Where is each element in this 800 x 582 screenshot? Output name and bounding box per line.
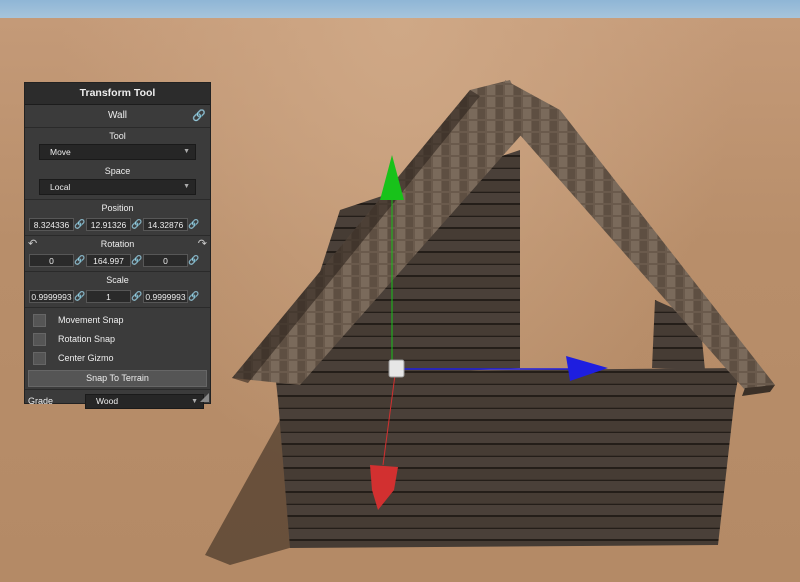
- gizmo-center-handle: [388, 359, 405, 378]
- grade-row: Grade Wood ▼: [25, 392, 210, 410]
- link-icon[interactable]: 🔗: [131, 219, 143, 230]
- link-icon[interactable]: 🔗: [74, 291, 86, 302]
- chevron-down-icon: ▼: [183, 183, 190, 190]
- chevron-down-icon: ▼: [191, 397, 198, 405]
- snap-to-terrain-button[interactable]: Snap To Terrain: [28, 370, 207, 387]
- movement-snap-checkbox[interactable]: [33, 314, 46, 327]
- rotation-y-input[interactable]: 164.997: [86, 253, 131, 267]
- position-y-input[interactable]: 12.91326: [86, 217, 131, 231]
- grade-dropdown[interactable]: Wood ▼: [85, 393, 204, 409]
- tool-value: Move: [50, 147, 71, 157]
- link-icon[interactable]: 🔗: [192, 105, 206, 127]
- link-icon[interactable]: 🔗: [74, 255, 86, 266]
- front-wall: [275, 368, 740, 548]
- grade-label: Grade: [28, 396, 54, 406]
- position-fields: 8.324336 🔗 12.91326 🔗 14.32876 🔗: [25, 216, 210, 232]
- movement-snap-label: Movement Snap: [58, 315, 124, 325]
- game-viewport[interactable]: Transform Tool Wall 🔗 Tool Move ▼ Space …: [0, 0, 800, 582]
- link-icon[interactable]: 🔗: [188, 219, 200, 230]
- grade-value: Wood: [96, 395, 119, 406]
- rotation-snap-label: Rotation Snap: [58, 334, 116, 344]
- link-icon[interactable]: 🔗: [131, 255, 143, 266]
- rotation-label: Rotation: [100, 239, 135, 249]
- position-x-input[interactable]: 8.324336: [29, 217, 74, 231]
- tool-label: Tool: [109, 131, 126, 141]
- center-gizmo-checkbox[interactable]: [33, 352, 46, 365]
- link-icon[interactable]: 🔗: [188, 291, 200, 302]
- center-gizmo-label: Center Gizmo: [58, 353, 114, 363]
- scale-x-input[interactable]: 0.9999993: [29, 289, 74, 303]
- link-icon[interactable]: 🔗: [188, 255, 200, 266]
- scale-fields: 0.9999993 🔗 1 🔗 0.9999993 🔗: [25, 288, 210, 304]
- object-row: Wall 🔗: [25, 105, 210, 128]
- roof-right: [505, 80, 775, 390]
- space-label: Space: [104, 166, 131, 176]
- movement-snap-option[interactable]: Movement Snap: [25, 311, 210, 330]
- tool-dropdown[interactable]: Move ▼: [39, 144, 196, 160]
- position-z-input[interactable]: 14.32876: [143, 217, 188, 231]
- scale-label: Scale: [106, 275, 129, 285]
- space-dropdown[interactable]: Local ▼: [39, 179, 196, 195]
- rotation-snap-option[interactable]: Rotation Snap: [25, 330, 210, 349]
- center-gizmo-option[interactable]: Center Gizmo: [25, 349, 210, 368]
- rotate-right-icon[interactable]: ↷: [198, 236, 207, 252]
- rotation-z-input[interactable]: 0: [143, 253, 188, 267]
- rotation-header: ↶ Rotation ↷: [25, 236, 210, 252]
- position-label: Position: [101, 203, 134, 213]
- rotation-snap-checkbox[interactable]: [33, 333, 46, 346]
- space-value: Local: [50, 182, 71, 192]
- rotate-left-icon[interactable]: ↶: [28, 236, 37, 252]
- transform-tool-panel: Transform Tool Wall 🔗 Tool Move ▼ Space …: [24, 82, 211, 409]
- panel-title: Transform Tool: [25, 83, 210, 105]
- scale-z-input[interactable]: 0.9999993: [143, 289, 188, 303]
- link-icon[interactable]: 🔗: [131, 291, 143, 302]
- rotation-x-input[interactable]: 0: [29, 253, 74, 267]
- rotation-fields: 0 🔗 164.997 🔗 0 🔗: [25, 252, 210, 268]
- object-name: Wall: [107, 110, 128, 121]
- chevron-down-icon: ▼: [183, 148, 190, 155]
- scale-y-input[interactable]: 1: [86, 289, 131, 303]
- link-icon[interactable]: 🔗: [74, 219, 86, 230]
- resize-handle[interactable]: [200, 393, 209, 402]
